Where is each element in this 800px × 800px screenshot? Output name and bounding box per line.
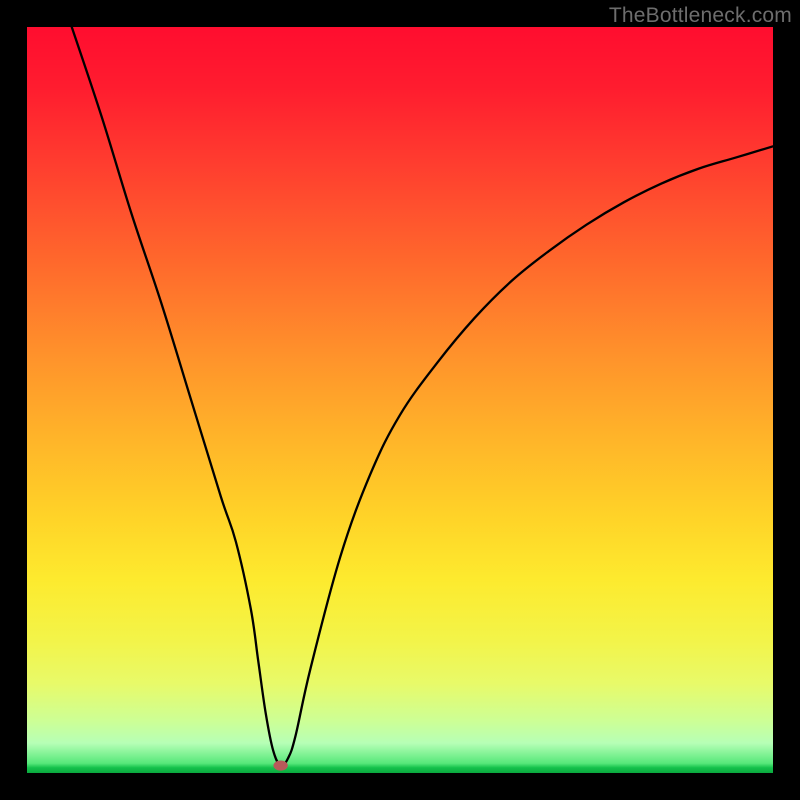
plot-area [27, 27, 773, 773]
minimum-marker [273, 761, 287, 771]
watermark-text: TheBottleneck.com [609, 4, 792, 28]
chart-frame: TheBottleneck.com [0, 0, 800, 800]
curve-layer [27, 27, 773, 773]
bottleneck-curve [72, 27, 773, 766]
